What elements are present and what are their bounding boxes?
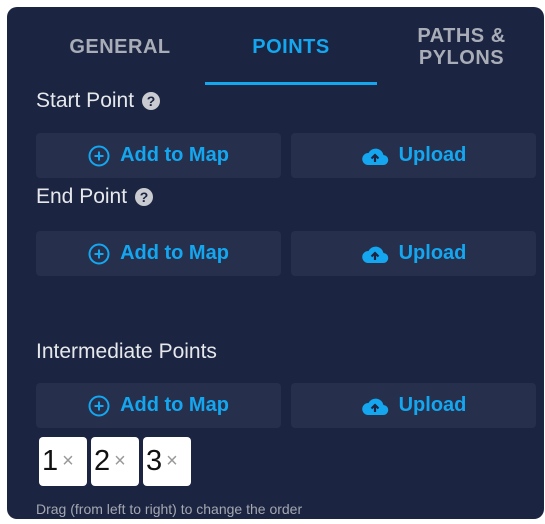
end-point-title: End Point ? [36, 185, 154, 209]
point-chip[interactable]: 3 × [143, 437, 191, 486]
upload-label: Upload [398, 144, 467, 166]
end-point-upload-button[interactable]: Upload [291, 231, 536, 276]
tab-points-label: POINTS [252, 35, 330, 58]
start-point-add-to-map-button[interactable]: Add to Map [36, 133, 281, 178]
cloud-upload-icon [361, 244, 389, 264]
chip-label: 1 [42, 445, 59, 477]
intermediate-upload-button[interactable]: Upload [291, 383, 536, 428]
end-point-add-to-map-button[interactable]: Add to Map [36, 231, 281, 276]
tab-paths-pylons[interactable]: PATHS & PYLONS [379, 7, 544, 87]
question-circle-icon[interactable]: ? [142, 92, 161, 110]
tab-points[interactable]: POINTS [205, 7, 377, 87]
tab-bar: GENERAL POINTS PATHS & PYLONS [7, 7, 544, 87]
reorder-hint: Drag (from left to right) to change the … [36, 501, 303, 517]
points-panel: GENERAL POINTS PATHS & PYLONS Start Poin… [7, 7, 544, 519]
close-icon[interactable]: × [62, 450, 74, 473]
add-to-map-label: Add to Map [120, 394, 229, 416]
active-tab-indicator [205, 82, 377, 85]
plus-circle-icon [88, 395, 110, 417]
point-chip[interactable]: 1 × [39, 437, 87, 486]
plus-circle-icon [88, 243, 110, 265]
tab-general[interactable]: GENERAL [35, 7, 205, 87]
close-icon[interactable]: × [114, 450, 126, 473]
start-point-upload-button[interactable]: Upload [291, 133, 536, 178]
question-circle-icon[interactable]: ? [135, 188, 154, 206]
cloud-upload-icon [361, 146, 389, 166]
close-icon[interactable]: × [166, 450, 178, 473]
cloud-upload-icon [361, 396, 389, 416]
add-to-map-label: Add to Map [120, 144, 229, 166]
intermediate-add-to-map-button[interactable]: Add to Map [36, 383, 281, 428]
add-to-map-label: Add to Map [120, 242, 229, 264]
upload-label: Upload [398, 394, 467, 416]
plus-circle-icon [88, 145, 110, 167]
end-point-label: End Point [36, 185, 128, 208]
chip-label: 3 [146, 445, 163, 477]
start-point-label: Start Point [36, 89, 135, 112]
chip-label: 2 [94, 445, 111, 477]
intermediate-points-title: Intermediate Points [36, 340, 217, 364]
intermediate-point-chips: 1 × 2 × 3 × [39, 437, 191, 486]
start-point-title: Start Point ? [36, 89, 161, 113]
intermediate-points-label: Intermediate Points [36, 340, 217, 363]
upload-label: Upload [398, 242, 467, 264]
point-chip[interactable]: 2 × [91, 437, 139, 486]
